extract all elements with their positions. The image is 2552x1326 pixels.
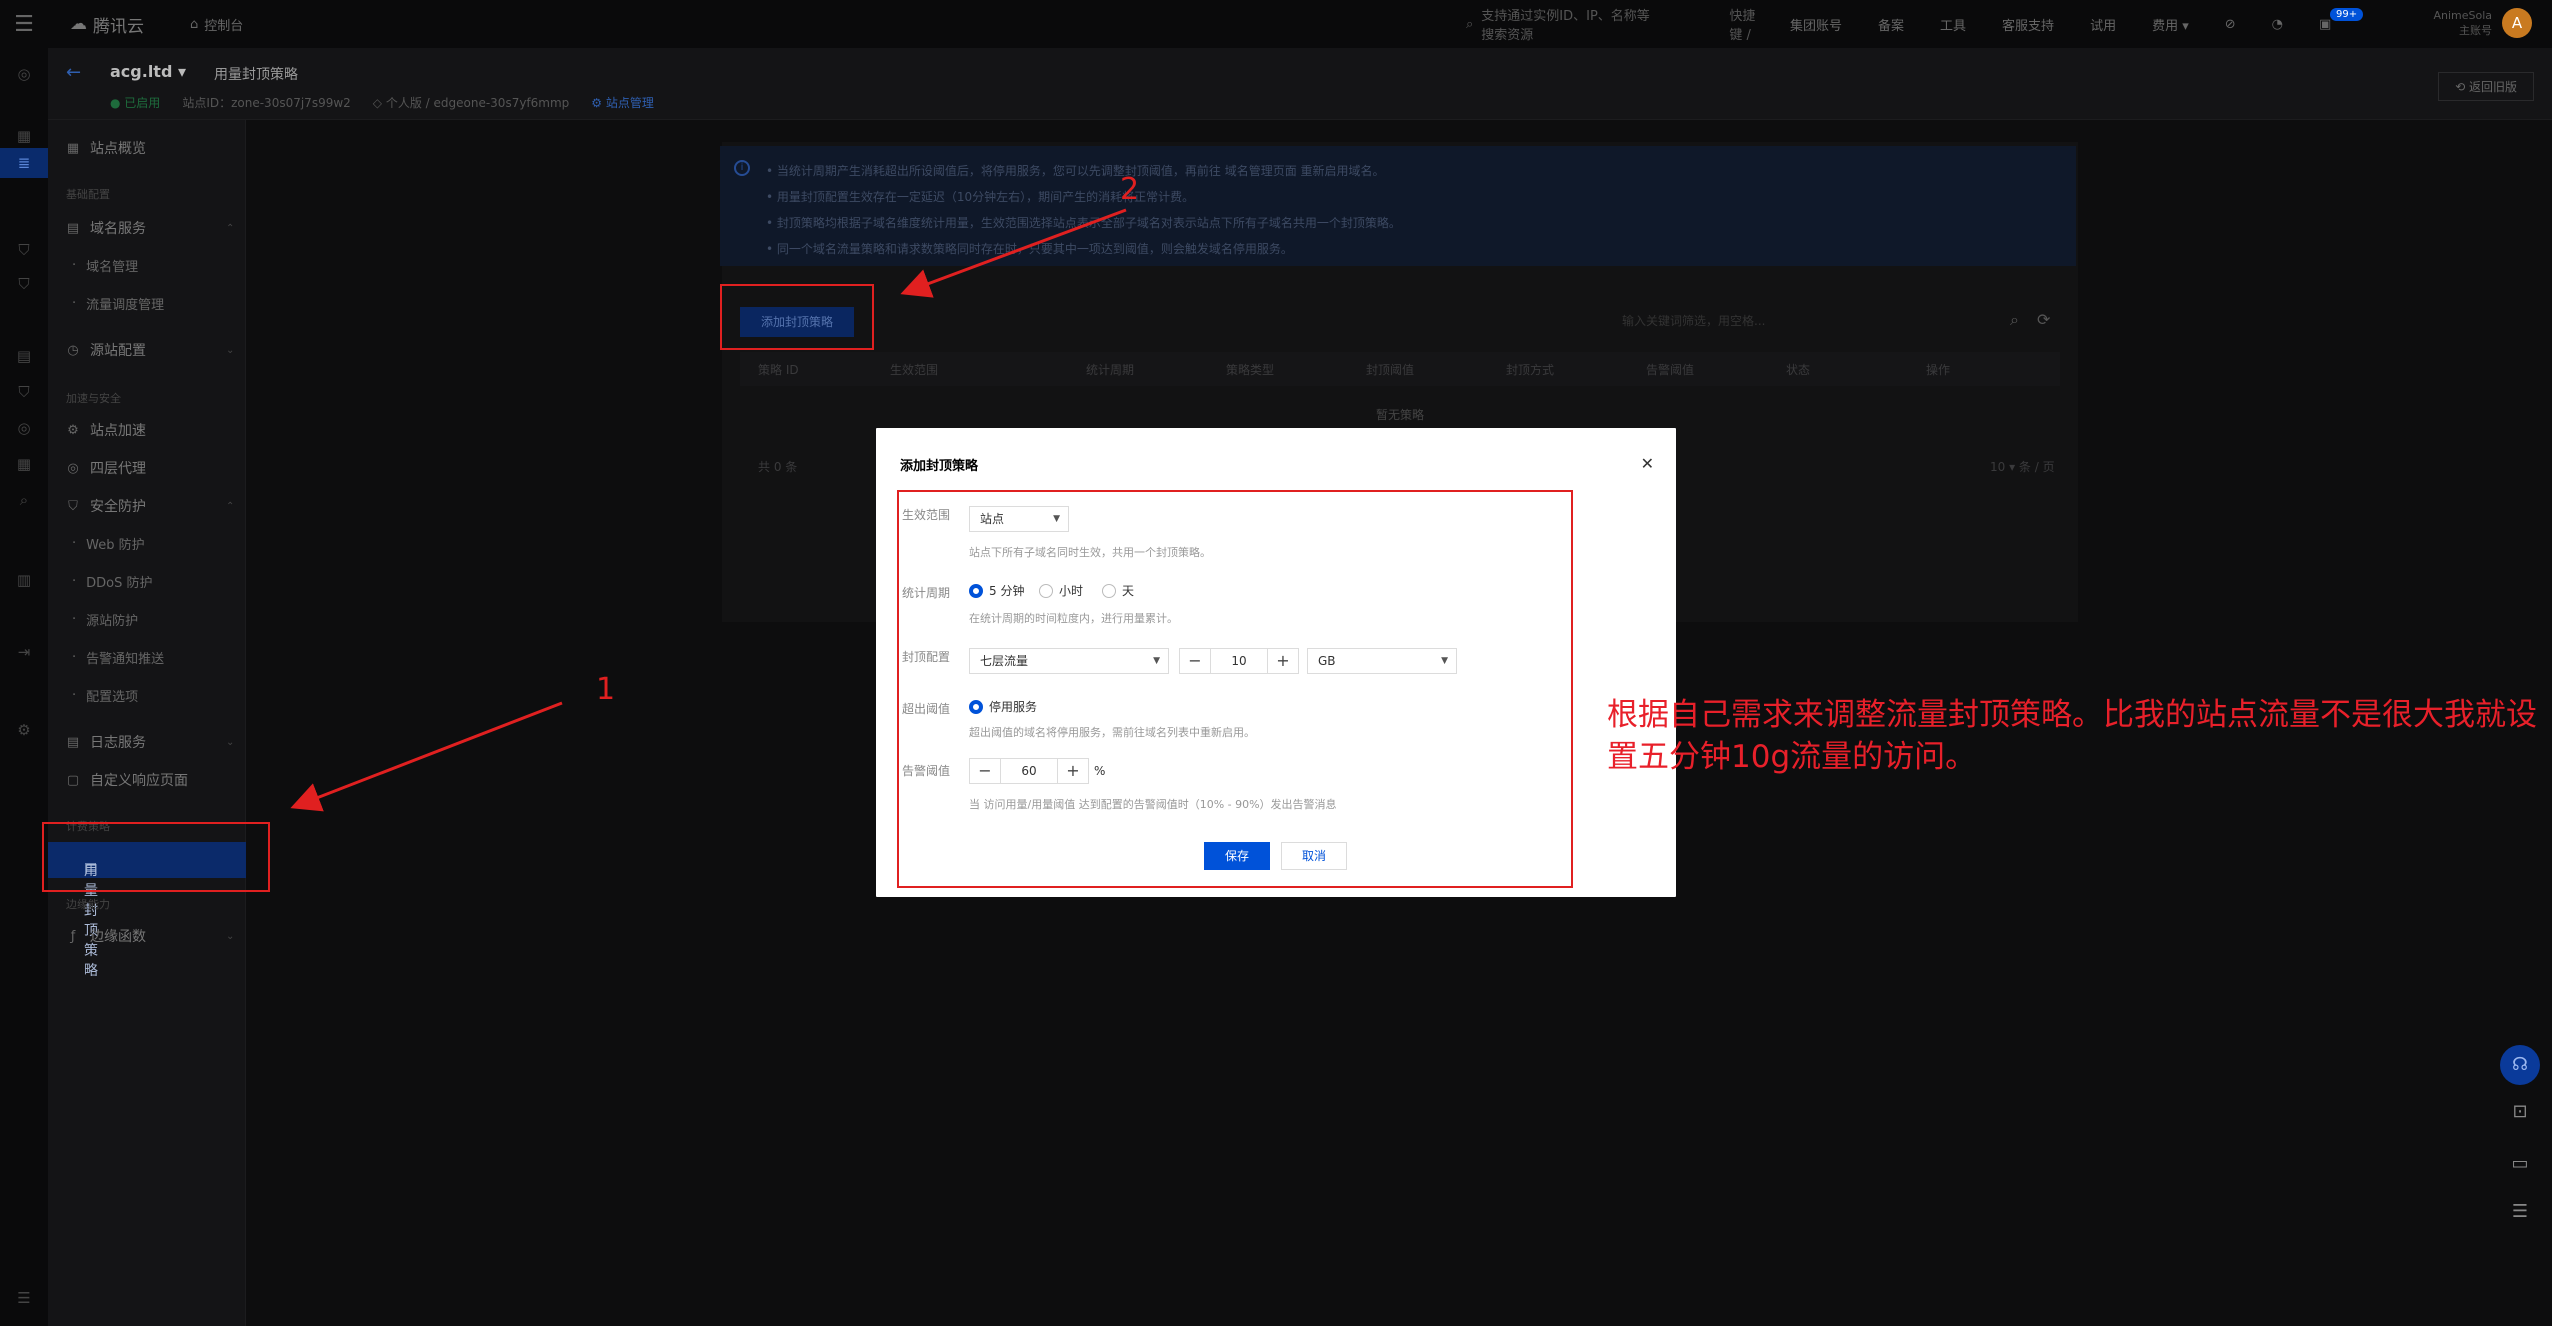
arrow-2 — [900, 208, 1127, 298]
step-number-1: 1 — [596, 672, 616, 707]
support-icon[interactable]: ☊ — [2500, 1045, 2540, 1085]
cart-icon[interactable]: ⊡ — [2500, 1092, 2540, 1132]
book-icon[interactable]: ▭ — [2500, 1144, 2540, 1184]
annotation-arrows — [290, 208, 1127, 812]
list-icon[interactable]: ☰ — [2500, 1192, 2540, 1232]
annotation-note: 根据自己需求来调整流量封顶策略。比我的站点流量不是很大我就设置五分钟10g流量的… — [1607, 697, 2537, 775]
screenshot-stage: ☰ ☁ 腾讯云 ⌂ 控制台 ⌕ 支持通过实例ID、IP、名称等搜索资源 快捷键 / 集团… — [0, 0, 2552, 1326]
arrow-1 — [290, 701, 563, 812]
step-number-2: 2 — [1120, 172, 1140, 207]
